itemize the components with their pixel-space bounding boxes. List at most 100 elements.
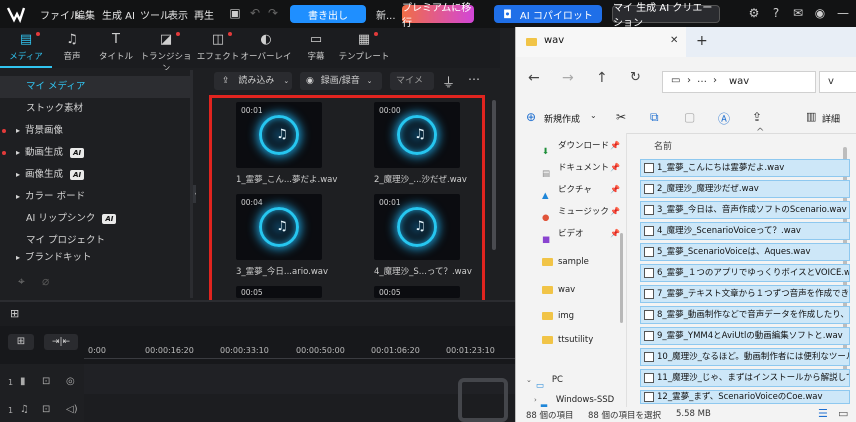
checkbox[interactable] [644, 288, 654, 299]
sidebar-item-color-board[interactable]: ▸ カラー ボード [0, 186, 193, 208]
checkbox[interactable] [644, 204, 654, 215]
export-button[interactable]: 書き出し [290, 5, 366, 23]
tree-item-pictures[interactable]: ▲ピクチャ 📌 [516, 179, 626, 201]
menu-gen-ai[interactable]: 生成 AI [102, 7, 135, 22]
tree-item-wav[interactable]: wav [516, 279, 626, 301]
search-input[interactable]: マイメ [390, 72, 434, 90]
refresh-icon[interactable]: ↻ [630, 70, 641, 85]
tree-item-music[interactable]: ●ミュージック 📌 [516, 201, 626, 223]
list-item[interactable]: 7_霊夢_テキスト文章から１つずつ音声を作成できる.wav [640, 285, 850, 303]
lock-icon[interactable]: ⊡ [42, 404, 50, 415]
add-track-icon[interactable]: ⊞ [8, 334, 34, 350]
list-item[interactable]: 10_魔理沙_なるほど。動画制作者には便利なツールか.wav [640, 348, 850, 366]
sidebar-item-lipsync[interactable]: AI リップシンク AI [0, 208, 193, 230]
address-bar[interactable]: ▭ › … › wav [662, 71, 816, 93]
audio-track[interactable] [84, 394, 515, 422]
list-item[interactable]: 2_魔理沙_魔理沙だぜ.wav [640, 180, 850, 198]
link-icon[interactable]: ⇥|⇤ [44, 334, 78, 350]
checkbox[interactable] [644, 225, 654, 236]
tab-overlay[interactable]: ◐ オーバーレイ [240, 28, 292, 68]
tab-media[interactable]: ▤ メディア [0, 28, 52, 68]
list-item[interactable]: 6_霊夢_１つのアプリでゆっくりボイスとVOICE.wav [640, 264, 850, 282]
checkbox[interactable] [644, 391, 654, 402]
lock-icon[interactable]: ⊡ [42, 376, 50, 387]
redo-icon[interactable]: ↷ [266, 6, 280, 20]
eye-icon[interactable]: ◎ [66, 376, 75, 387]
list-item[interactable]: 3_霊夢_今日は、音声作成ソフトのScenario.wav [640, 201, 850, 219]
speaker-icon[interactable]: ◁) [66, 404, 78, 415]
forward-icon[interactable]: → [562, 70, 574, 86]
new-tab-icon[interactable]: + [696, 33, 708, 49]
help-icon[interactable]: ? [769, 6, 783, 20]
list-item[interactable]: 1_霊夢_こんにちは霊夢だよ.wav [640, 159, 850, 177]
checkbox[interactable] [644, 162, 654, 173]
share-icon[interactable]: ⇪ [752, 110, 762, 124]
sidebar-item-brand-kit[interactable]: ▸ ブランドキット [0, 252, 193, 264]
paste-icon[interactable]: ▢ [684, 110, 695, 124]
scrollbar[interactable] [492, 100, 496, 250]
menu-tools[interactable]: ツール [140, 7, 170, 22]
ellipsis-icon[interactable]: … [697, 74, 707, 85]
close-tab-icon[interactable]: ✕ [670, 35, 678, 46]
list-view-icon[interactable]: ☰ [818, 407, 828, 420]
rename-icon[interactable]: Ⓐ [718, 110, 730, 127]
layout-icon[interactable]: ⊞ [10, 307, 19, 320]
list-item[interactable]: 12_霊夢_まず、ScenarioVoiceのCoe.wav [640, 390, 850, 404]
sidebar-item-stock[interactable]: ストック素材 [0, 98, 193, 120]
tab-title[interactable]: T タイトル [90, 28, 142, 68]
column-name[interactable]: 名前 [654, 139, 672, 152]
new-button[interactable]: 新規作成 [544, 112, 580, 125]
details-pane-icon[interactable]: ▥ [806, 110, 816, 123]
tile-view-icon[interactable]: ▭ [838, 407, 848, 420]
nav-scrollbar[interactable] [620, 233, 623, 323]
settings-icon[interactable]: ⚙ [747, 6, 761, 20]
ai-copilot-button[interactable]: ◘ AI コパイロット [494, 5, 602, 23]
premium-button[interactable]: プレミアムに移行 [402, 3, 474, 29]
tree-item-sample[interactable]: sample [516, 251, 626, 273]
more-icon[interactable]: — [836, 6, 850, 20]
record-button[interactable]: ◉ 録画/録音 ⌄ [300, 72, 382, 90]
notification-icon[interactable]: ✉ [791, 6, 805, 20]
list-item[interactable]: 4_魔理沙_ScenarioVoiceって？.wav [640, 222, 850, 240]
tree-item-documents[interactable]: ▤ドキュメント 📌 [516, 157, 626, 179]
tree-item-img[interactable]: img [516, 305, 626, 327]
more-options-icon[interactable]: ⋯ [468, 72, 480, 86]
tree-item-downloads[interactable]: ⬇ダウンロード 📌 [516, 135, 626, 157]
search-input[interactable]: v [819, 71, 856, 93]
tab-template[interactable]: ▦ テンプレート [338, 28, 390, 68]
checkbox[interactable] [644, 372, 654, 383]
menu-view[interactable]: 表示 [168, 7, 188, 22]
undo-icon[interactable]: ↶ [248, 6, 262, 20]
tree-item-videos[interactable]: ■ビデオ 📌 [516, 223, 626, 245]
checkbox[interactable] [644, 267, 654, 278]
details-button[interactable]: 詳細 [822, 112, 840, 125]
video-track[interactable] [84, 364, 515, 394]
remove-folder-icon[interactable]: ⌀ [42, 274, 49, 288]
filter-icon[interactable]: ⏚ [442, 72, 455, 91]
up-icon[interactable]: ↑ [596, 70, 608, 86]
list-item[interactable]: 5_霊夢_ScenarioVoiceは、Aques.wav [640, 243, 850, 261]
tree-item-ttsutility[interactable]: ttsutility [516, 329, 626, 351]
tab-subtitle[interactable]: ▭ 字幕 [290, 28, 342, 68]
tree-item-pc[interactable]: ⌄▭PC [516, 369, 626, 391]
checkbox[interactable] [644, 246, 654, 257]
list-item[interactable]: 11_魔理沙_じゃ、まずはインストールから解説して。.wav [640, 369, 850, 387]
import-button[interactable]: ⇪ 読み込み ⌄ [214, 72, 292, 90]
copy-icon[interactable]: ⧉ [650, 110, 659, 125]
checkbox[interactable] [644, 351, 654, 362]
sidebar-item-image-gen[interactable]: ▸ 画像生成 AI [0, 164, 193, 186]
checkbox[interactable] [644, 183, 654, 194]
sidebar-item-background[interactable]: ▸ 背景画像 [0, 120, 193, 142]
explorer-tab[interactable]: wav ✕ [516, 27, 686, 57]
menu-playback[interactable]: 再生 [194, 7, 214, 22]
checkbox[interactable] [644, 309, 654, 320]
tab-effect[interactable]: ◫ エフェクト [192, 28, 244, 68]
list-item[interactable]: 8_霊夢_動画制作などで音声データを作成したり、テ.wav [640, 306, 850, 324]
sidebar-item-video-gen[interactable]: ▸ 動画生成 AI [0, 142, 193, 164]
menu-edit[interactable]: 編集 [75, 7, 95, 22]
sidebar-item-my-media[interactable]: マイ メディア [0, 76, 193, 98]
new-label[interactable]: 新... [376, 7, 396, 22]
save-icon[interactable]: ▣ [228, 6, 242, 20]
list-item[interactable]: 9_霊夢_YMM4とAviUtlの動画編集ソフトと.wav [640, 327, 850, 345]
sidebar-item-my-project[interactable]: マイ プロジェクト [0, 230, 193, 252]
